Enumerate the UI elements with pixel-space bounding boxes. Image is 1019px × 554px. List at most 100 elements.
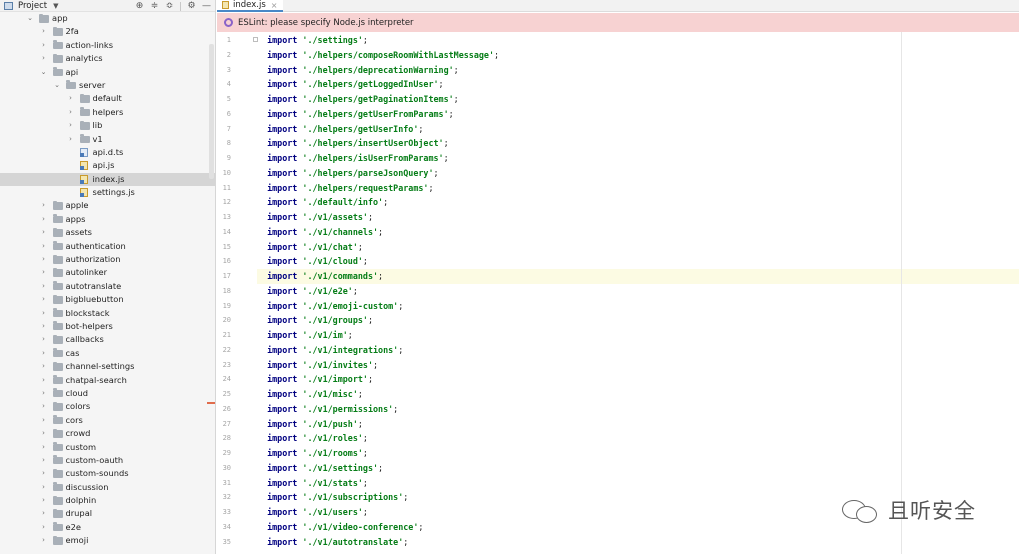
tree-item[interactable]: › emoji [0, 534, 215, 547]
tree-scrollbar[interactable] [209, 44, 214, 179]
tree-item[interactable]: › custom [0, 441, 215, 454]
chevron-right-icon[interactable]: › [40, 534, 48, 547]
tree-item[interactable]: › action-links [0, 39, 215, 52]
tree-item[interactable]: › analytics [0, 52, 215, 65]
code-line[interactable]: import './default/info'; [257, 195, 1019, 210]
chevron-right-icon[interactable]: › [40, 253, 48, 266]
code-line[interactable]: import './v1/roles'; [257, 431, 1019, 446]
code-line[interactable]: import './v1/channels'; [257, 225, 1019, 240]
chevron-right-icon[interactable]: › [67, 92, 75, 105]
code-line[interactable]: import './v1/stats'; [257, 476, 1019, 491]
tree-item[interactable]: api.js [0, 159, 215, 172]
tree-item[interactable]: › bigbluebutton [0, 293, 215, 306]
tree-item[interactable]: › authentication [0, 240, 215, 253]
tree-item[interactable]: › autolinker [0, 266, 215, 279]
code-line[interactable]: import './v1/autotranslate'; [257, 535, 1019, 550]
tree-item[interactable]: › channel-settings [0, 360, 215, 373]
tree-item[interactable]: › callbacks [0, 333, 215, 346]
chevron-right-icon[interactable]: › [40, 427, 48, 440]
tree-item[interactable]: › cloud [0, 387, 215, 400]
code-line[interactable]: import './helpers/requestParams'; [257, 181, 1019, 196]
chevron-right-icon[interactable]: › [40, 494, 48, 507]
tree-item[interactable]: › authorization [0, 253, 215, 266]
tree-item[interactable]: › discussion [0, 481, 215, 494]
code-line[interactable]: import './helpers/getUserFromParams'; [257, 107, 1019, 122]
tree-item[interactable]: ⌄ app [0, 12, 215, 25]
tree-item[interactable]: ⌄ server [0, 79, 215, 92]
tree-item[interactable]: › 2fa [0, 25, 215, 38]
chevron-right-icon[interactable]: › [40, 521, 48, 534]
chevron-right-icon[interactable]: › [40, 481, 48, 494]
tree-item[interactable]: settings.js [0, 186, 215, 199]
code-line[interactable]: import './helpers/insertUserObject'; [257, 136, 1019, 151]
chevron-down-icon[interactable]: ⌄ [40, 66, 48, 79]
tree-item[interactable]: api.d.ts [0, 146, 215, 159]
chevron-right-icon[interactable]: › [40, 400, 48, 413]
code-line[interactable]: import './v1/settings'; [257, 461, 1019, 476]
tree-item[interactable]: › apps [0, 213, 215, 226]
minimize-icon[interactable]: — [199, 0, 214, 12]
gear-icon[interactable]: ⚙ [184, 0, 199, 12]
tree-item[interactable]: › chatpal-search [0, 374, 215, 387]
code-line[interactable]: import './v1/commands'; [257, 269, 1019, 284]
code-line[interactable]: import './settings'; [257, 33, 1019, 48]
chevron-right-icon[interactable]: › [40, 347, 48, 360]
tree-item[interactable]: ⌄ api [0, 66, 215, 79]
chevron-right-icon[interactable]: › [40, 387, 48, 400]
tree-item[interactable]: › helpers [0, 106, 215, 119]
chevron-right-icon[interactable]: › [40, 320, 48, 333]
chevron-right-icon[interactable]: › [40, 240, 48, 253]
chevron-right-icon[interactable]: › [67, 133, 75, 146]
chevron-right-icon[interactable]: › [40, 25, 48, 38]
code-line[interactable]: import './v1/integrations'; [257, 343, 1019, 358]
code-line[interactable]: import './v1/permissions'; [257, 402, 1019, 417]
chevron-down-icon[interactable]: ⌄ [53, 79, 61, 92]
code-line[interactable]: import './v1/im'; [257, 328, 1019, 343]
chevron-right-icon[interactable]: › [40, 333, 48, 346]
chevron-right-icon[interactable]: › [40, 414, 48, 427]
code-line[interactable]: import './v1/misc'; [257, 387, 1019, 402]
tree-item[interactable]: › apple [0, 199, 215, 212]
code-line[interactable]: import './v1/import'; [257, 372, 1019, 387]
chevron-right-icon[interactable]: › [40, 52, 48, 65]
chevron-right-icon[interactable]: › [40, 441, 48, 454]
tree-item[interactable]: › dolphin [0, 494, 215, 507]
code-line[interactable]: import './v1/chat'; [257, 240, 1019, 255]
chevron-right-icon[interactable]: › [40, 360, 48, 373]
chevron-right-icon[interactable]: › [40, 226, 48, 239]
chevron-right-icon[interactable]: › [40, 266, 48, 279]
tree-item[interactable]: › colors [0, 400, 215, 413]
tab-index-js[interactable]: index.js × [217, 0, 284, 12]
code-line[interactable]: import './helpers/deprecationWarning'; [257, 63, 1019, 78]
tree-item[interactable]: › custom-oauth [0, 454, 215, 467]
tree-item[interactable]: › blockstack [0, 307, 215, 320]
code-line[interactable]: import './v1/groups'; [257, 313, 1019, 328]
code-line[interactable]: import './helpers/getPaginationItems'; [257, 92, 1019, 107]
code-line[interactable]: import './v1/assets'; [257, 210, 1019, 225]
tree-item[interactable]: › custom-sounds [0, 467, 215, 480]
chevron-right-icon[interactable]: › [40, 280, 48, 293]
code-line[interactable]: import './helpers/isUserFromParams'; [257, 151, 1019, 166]
chevron-down-icon[interactable]: ⌄ [26, 12, 34, 25]
chevron-right-icon[interactable]: › [40, 199, 48, 212]
tree-item[interactable]: › default [0, 92, 215, 105]
chevron-down-icon[interactable]: ▼ [53, 2, 58, 10]
code-line[interactable]: import './v1/emoji-custom'; [257, 299, 1019, 314]
tree-item[interactable]: › assets [0, 226, 215, 239]
tree-item[interactable]: index.js [0, 172, 215, 187]
code-line[interactable]: import './helpers/getLoggedInUser'; [257, 77, 1019, 92]
tree-item[interactable]: › bot-helpers [0, 320, 215, 333]
chevron-right-icon[interactable]: › [40, 307, 48, 320]
chevron-right-icon[interactable]: › [40, 454, 48, 467]
tree-item[interactable]: › e2e [0, 521, 215, 534]
code-line[interactable]: import './v1/invites'; [257, 358, 1019, 373]
tree-item[interactable]: › v1 [0, 133, 215, 146]
expand-icon[interactable]: ≎ [162, 0, 177, 12]
code-line[interactable]: import './v1/cloud'; [257, 254, 1019, 269]
eslint-warning-banner[interactable]: ESLint: please specify Node.js interpret… [217, 13, 1019, 32]
code-line[interactable]: import './helpers/composeRoomWithLastMes… [257, 48, 1019, 63]
code-line[interactable]: import './v1/rooms'; [257, 446, 1019, 461]
chevron-right-icon[interactable]: › [67, 106, 75, 119]
chevron-right-icon[interactable]: › [40, 293, 48, 306]
chevron-right-icon[interactable]: › [40, 374, 48, 387]
